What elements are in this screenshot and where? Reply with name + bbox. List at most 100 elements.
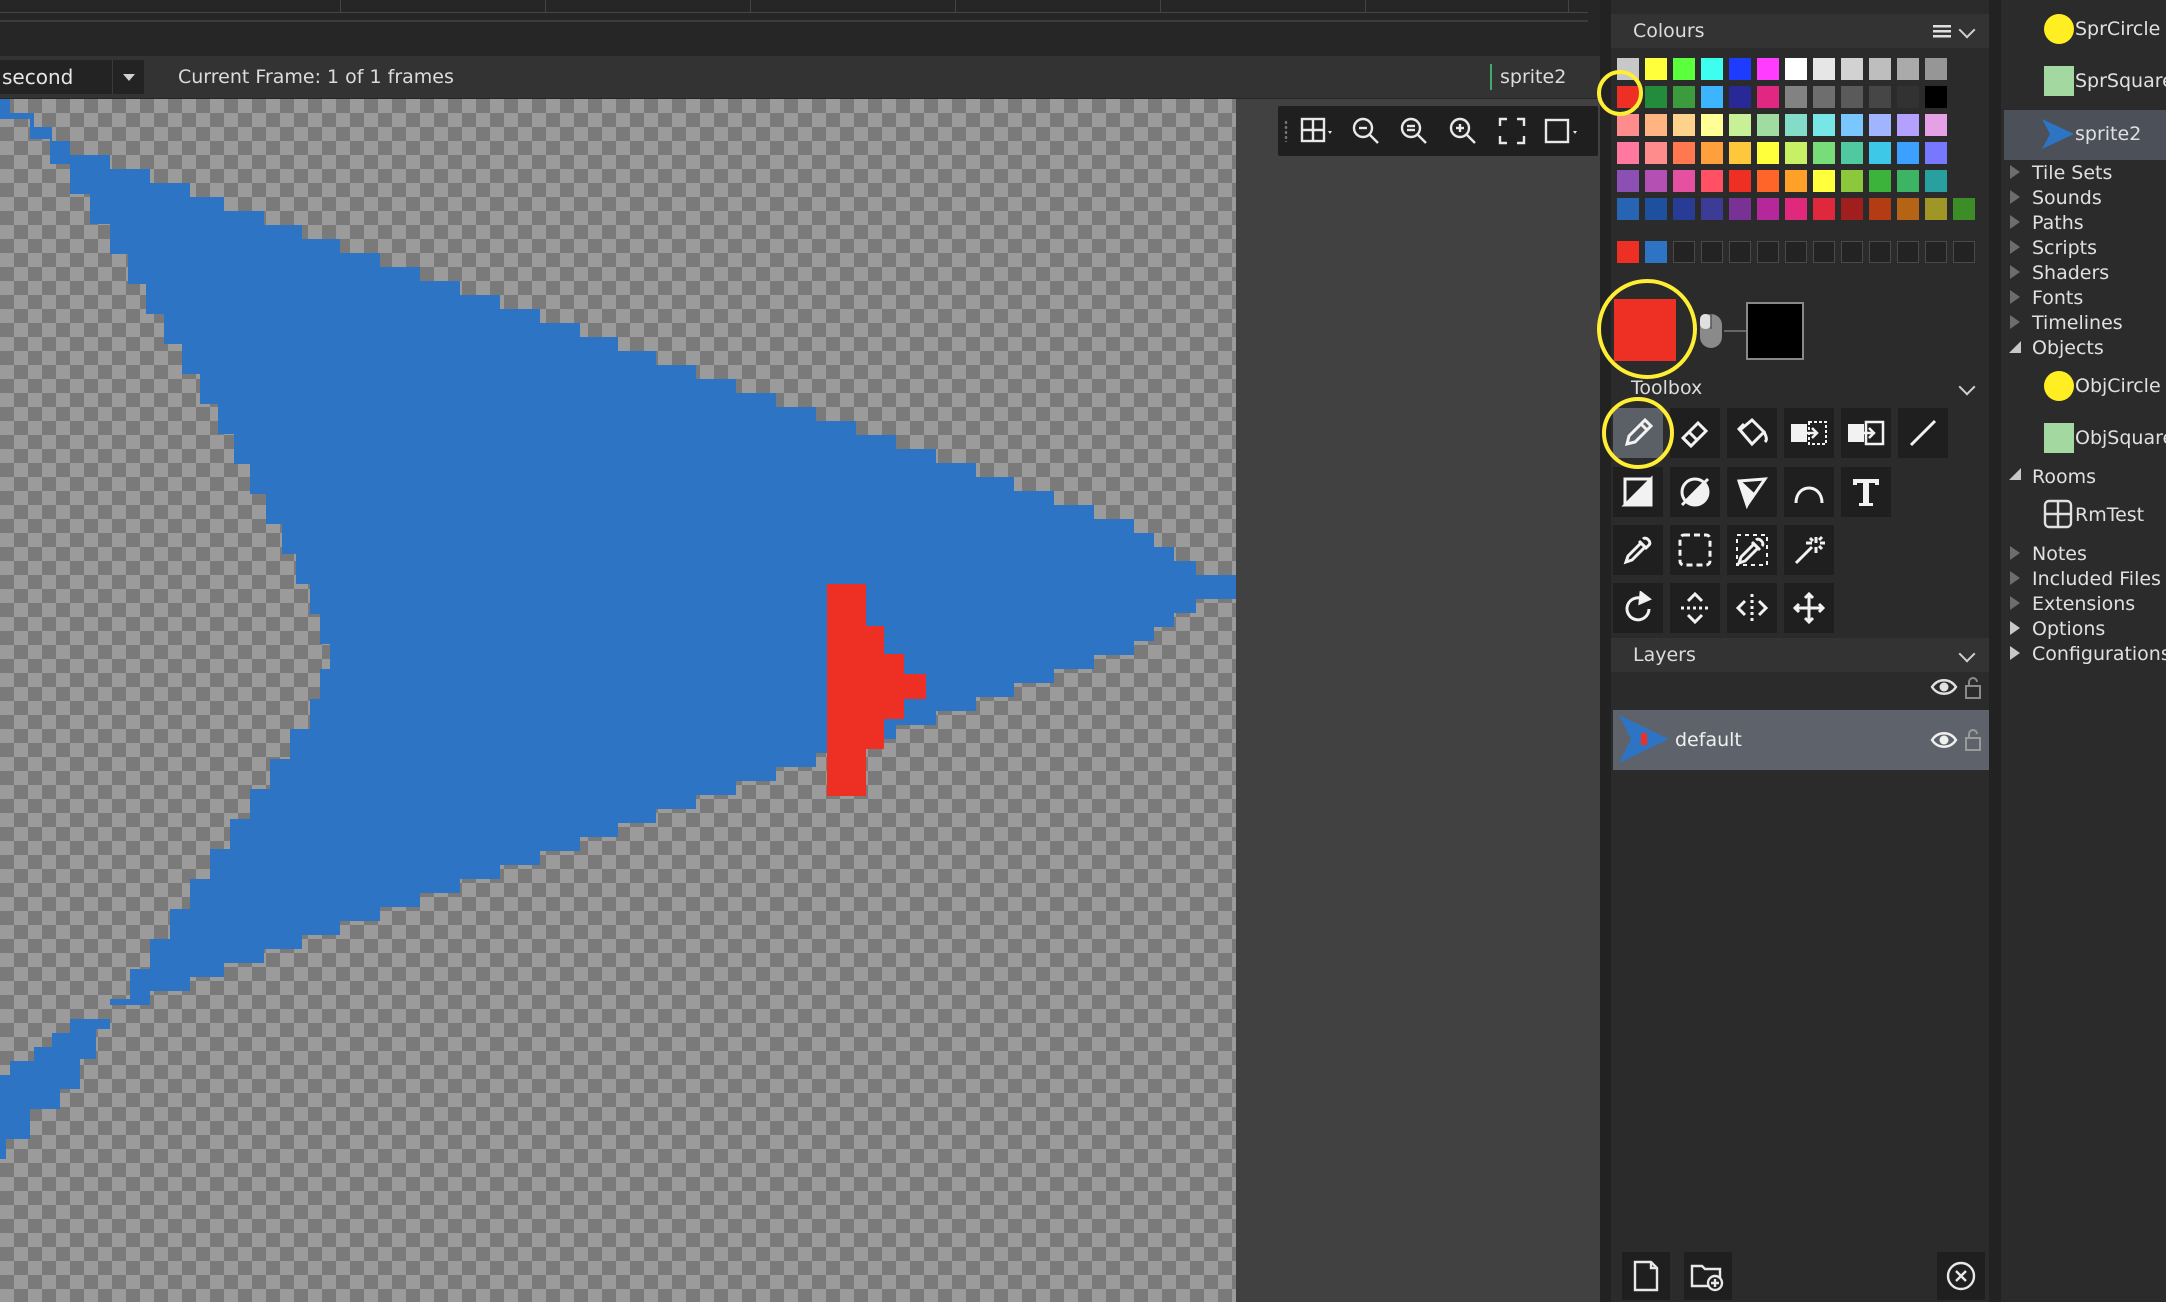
collapsed-arrow-icon[interactable]	[2010, 596, 2020, 610]
tree-folder-configurations[interactable]: Configurations	[2032, 642, 2166, 666]
chevron-down-icon[interactable]	[1958, 378, 1976, 396]
magic-wand-icon[interactable]	[1784, 525, 1834, 575]
palette-swatch[interactable]	[1757, 198, 1779, 220]
flip-vertical-icon[interactable]	[1670, 583, 1720, 633]
tree-folder-shaders[interactable]: Shaders	[2032, 261, 2109, 285]
palette-swatch[interactable]	[1785, 86, 1807, 108]
recent-colour-swatch[interactable]	[1617, 241, 1639, 263]
recent-colour-swatch[interactable]	[1813, 241, 1835, 263]
palette-swatch[interactable]	[1701, 58, 1723, 80]
collapsed-arrow-icon[interactable]	[2010, 315, 2020, 329]
palette-swatch[interactable]	[1813, 114, 1835, 136]
collapsed-arrow-icon[interactable]	[2010, 290, 2020, 304]
palette-swatch[interactable]	[1925, 142, 1947, 164]
palette-swatch[interactable]	[1897, 58, 1919, 80]
palette-swatch[interactable]	[1813, 86, 1835, 108]
line-icon[interactable]	[1898, 408, 1948, 458]
palette-swatch[interactable]	[1813, 170, 1835, 192]
palette-swatch[interactable]	[1897, 86, 1919, 108]
expanded-arrow-icon[interactable]	[2008, 467, 2022, 481]
palette-swatch[interactable]	[1785, 198, 1807, 220]
rectangle-icon[interactable]	[1613, 467, 1663, 517]
recent-colour-swatch[interactable]	[1953, 241, 1975, 263]
tree-folder-notes[interactable]: Notes	[2032, 542, 2087, 566]
grid-toggle-icon[interactable]	[1298, 112, 1336, 150]
chevron-down-icon[interactable]	[1958, 21, 1976, 39]
recent-colour-swatch[interactable]	[1701, 241, 1723, 263]
background-icon[interactable]	[1542, 112, 1580, 150]
palette-swatch[interactable]	[1925, 170, 1947, 192]
curve-icon[interactable]	[1784, 467, 1834, 517]
palette-swatch[interactable]	[1841, 58, 1863, 80]
tree-folder-extensions[interactable]: Extensions	[2032, 592, 2135, 616]
collapsed-arrow-icon[interactable]	[2010, 215, 2020, 229]
text-icon[interactable]	[1841, 467, 1891, 517]
tree-folder-timelines[interactable]: Timelines	[2032, 311, 2123, 335]
palette-swatch[interactable]	[1617, 198, 1639, 220]
palette-swatch[interactable]	[1729, 58, 1751, 80]
primary-colour-swatch[interactable]	[1614, 299, 1676, 361]
palette-swatch[interactable]	[1925, 58, 1947, 80]
colours-panel-header[interactable]: Colours	[1611, 14, 1989, 48]
toolbar-grip-handle[interactable]	[1284, 120, 1288, 142]
tree-item-objsquare[interactable]: ObjSquare	[2075, 426, 2166, 450]
recent-colour-swatch[interactable]	[1841, 241, 1863, 263]
palette-swatch[interactable]	[1869, 86, 1891, 108]
tree-item-rmtest[interactable]: RmTest	[2075, 503, 2144, 527]
tree-folder-tile-sets[interactable]: Tile Sets	[2032, 161, 2112, 185]
palette-swatch[interactable]	[1757, 170, 1779, 192]
tree-item-sprsquare[interactable]: SprSquare	[2075, 69, 2166, 93]
collapsed-arrow-icon[interactable]	[2010, 165, 2020, 179]
palette-swatch[interactable]	[1785, 170, 1807, 192]
palette-swatch[interactable]	[1673, 114, 1695, 136]
palette-swatch[interactable]	[1869, 170, 1891, 192]
lasso-select-icon[interactable]	[1727, 525, 1777, 575]
palette-swatch[interactable]	[1701, 142, 1723, 164]
palette-swatch[interactable]	[1701, 114, 1723, 136]
ellipse-icon[interactable]	[1670, 467, 1720, 517]
recent-colour-swatch[interactable]	[1729, 241, 1751, 263]
palette-swatch[interactable]	[1813, 198, 1835, 220]
palette-swatch[interactable]	[1729, 198, 1751, 220]
chevron-down-icon[interactable]	[1958, 645, 1976, 663]
palette-swatch[interactable]	[1757, 142, 1779, 164]
palette-swatch[interactable]	[1785, 114, 1807, 136]
eraser-icon[interactable]	[1670, 408, 1720, 458]
palette-swatch[interactable]	[1617, 142, 1639, 164]
fill-bucket-icon[interactable]	[1727, 408, 1777, 458]
tree-item-objcircle[interactable]: ObjCircle	[2075, 374, 2161, 398]
collapsed-arrow-icon[interactable]	[2010, 240, 2020, 254]
collapsed-arrow-icon[interactable]	[2010, 621, 2020, 635]
tree-item-sprite2[interactable]: sprite2	[2075, 122, 2141, 146]
palette-swatch[interactable]	[1673, 142, 1695, 164]
palette-swatch[interactable]	[1673, 86, 1695, 108]
palette-swatch[interactable]	[1617, 86, 1639, 108]
unlock-icon[interactable]	[1964, 728, 1982, 752]
palette-swatch[interactable]	[1673, 198, 1695, 220]
recent-colour-swatch[interactable]	[1785, 241, 1807, 263]
collapsed-arrow-icon[interactable]	[2010, 190, 2020, 204]
flip-horizontal-icon[interactable]	[1727, 583, 1777, 633]
collapsed-arrow-icon[interactable]	[2010, 646, 2020, 660]
palette-swatch[interactable]	[1841, 170, 1863, 192]
toolbox-panel-header[interactable]: Toolbox	[1611, 371, 1989, 405]
sprite-canvas[interactable]	[0, 99, 1236, 1302]
tree-folder-options[interactable]: Options	[2032, 617, 2105, 641]
layers-panel-header[interactable]: Layers	[1611, 638, 1989, 672]
palette-swatch[interactable]	[1897, 142, 1919, 164]
pencil-icon[interactable]	[1613, 408, 1663, 458]
palette-swatch[interactable]	[1925, 114, 1947, 136]
palette-swatch[interactable]	[1869, 114, 1891, 136]
palette-swatch[interactable]	[1785, 142, 1807, 164]
secondary-colour-swatch[interactable]	[1746, 302, 1804, 360]
menu-icon[interactable]	[1933, 23, 1951, 39]
palette-swatch[interactable]	[1841, 114, 1863, 136]
recent-colour-swatch[interactable]	[1645, 241, 1667, 263]
palette-swatch[interactable]	[1757, 114, 1779, 136]
palette-swatch[interactable]	[1757, 58, 1779, 80]
recent-colour-swatch[interactable]	[1757, 241, 1779, 263]
panel-splitter[interactable]	[1600, 0, 1611, 1302]
recent-colour-swatch[interactable]	[1673, 241, 1695, 263]
palette-swatch[interactable]	[1869, 142, 1891, 164]
palette-swatch[interactable]	[1925, 86, 1947, 108]
